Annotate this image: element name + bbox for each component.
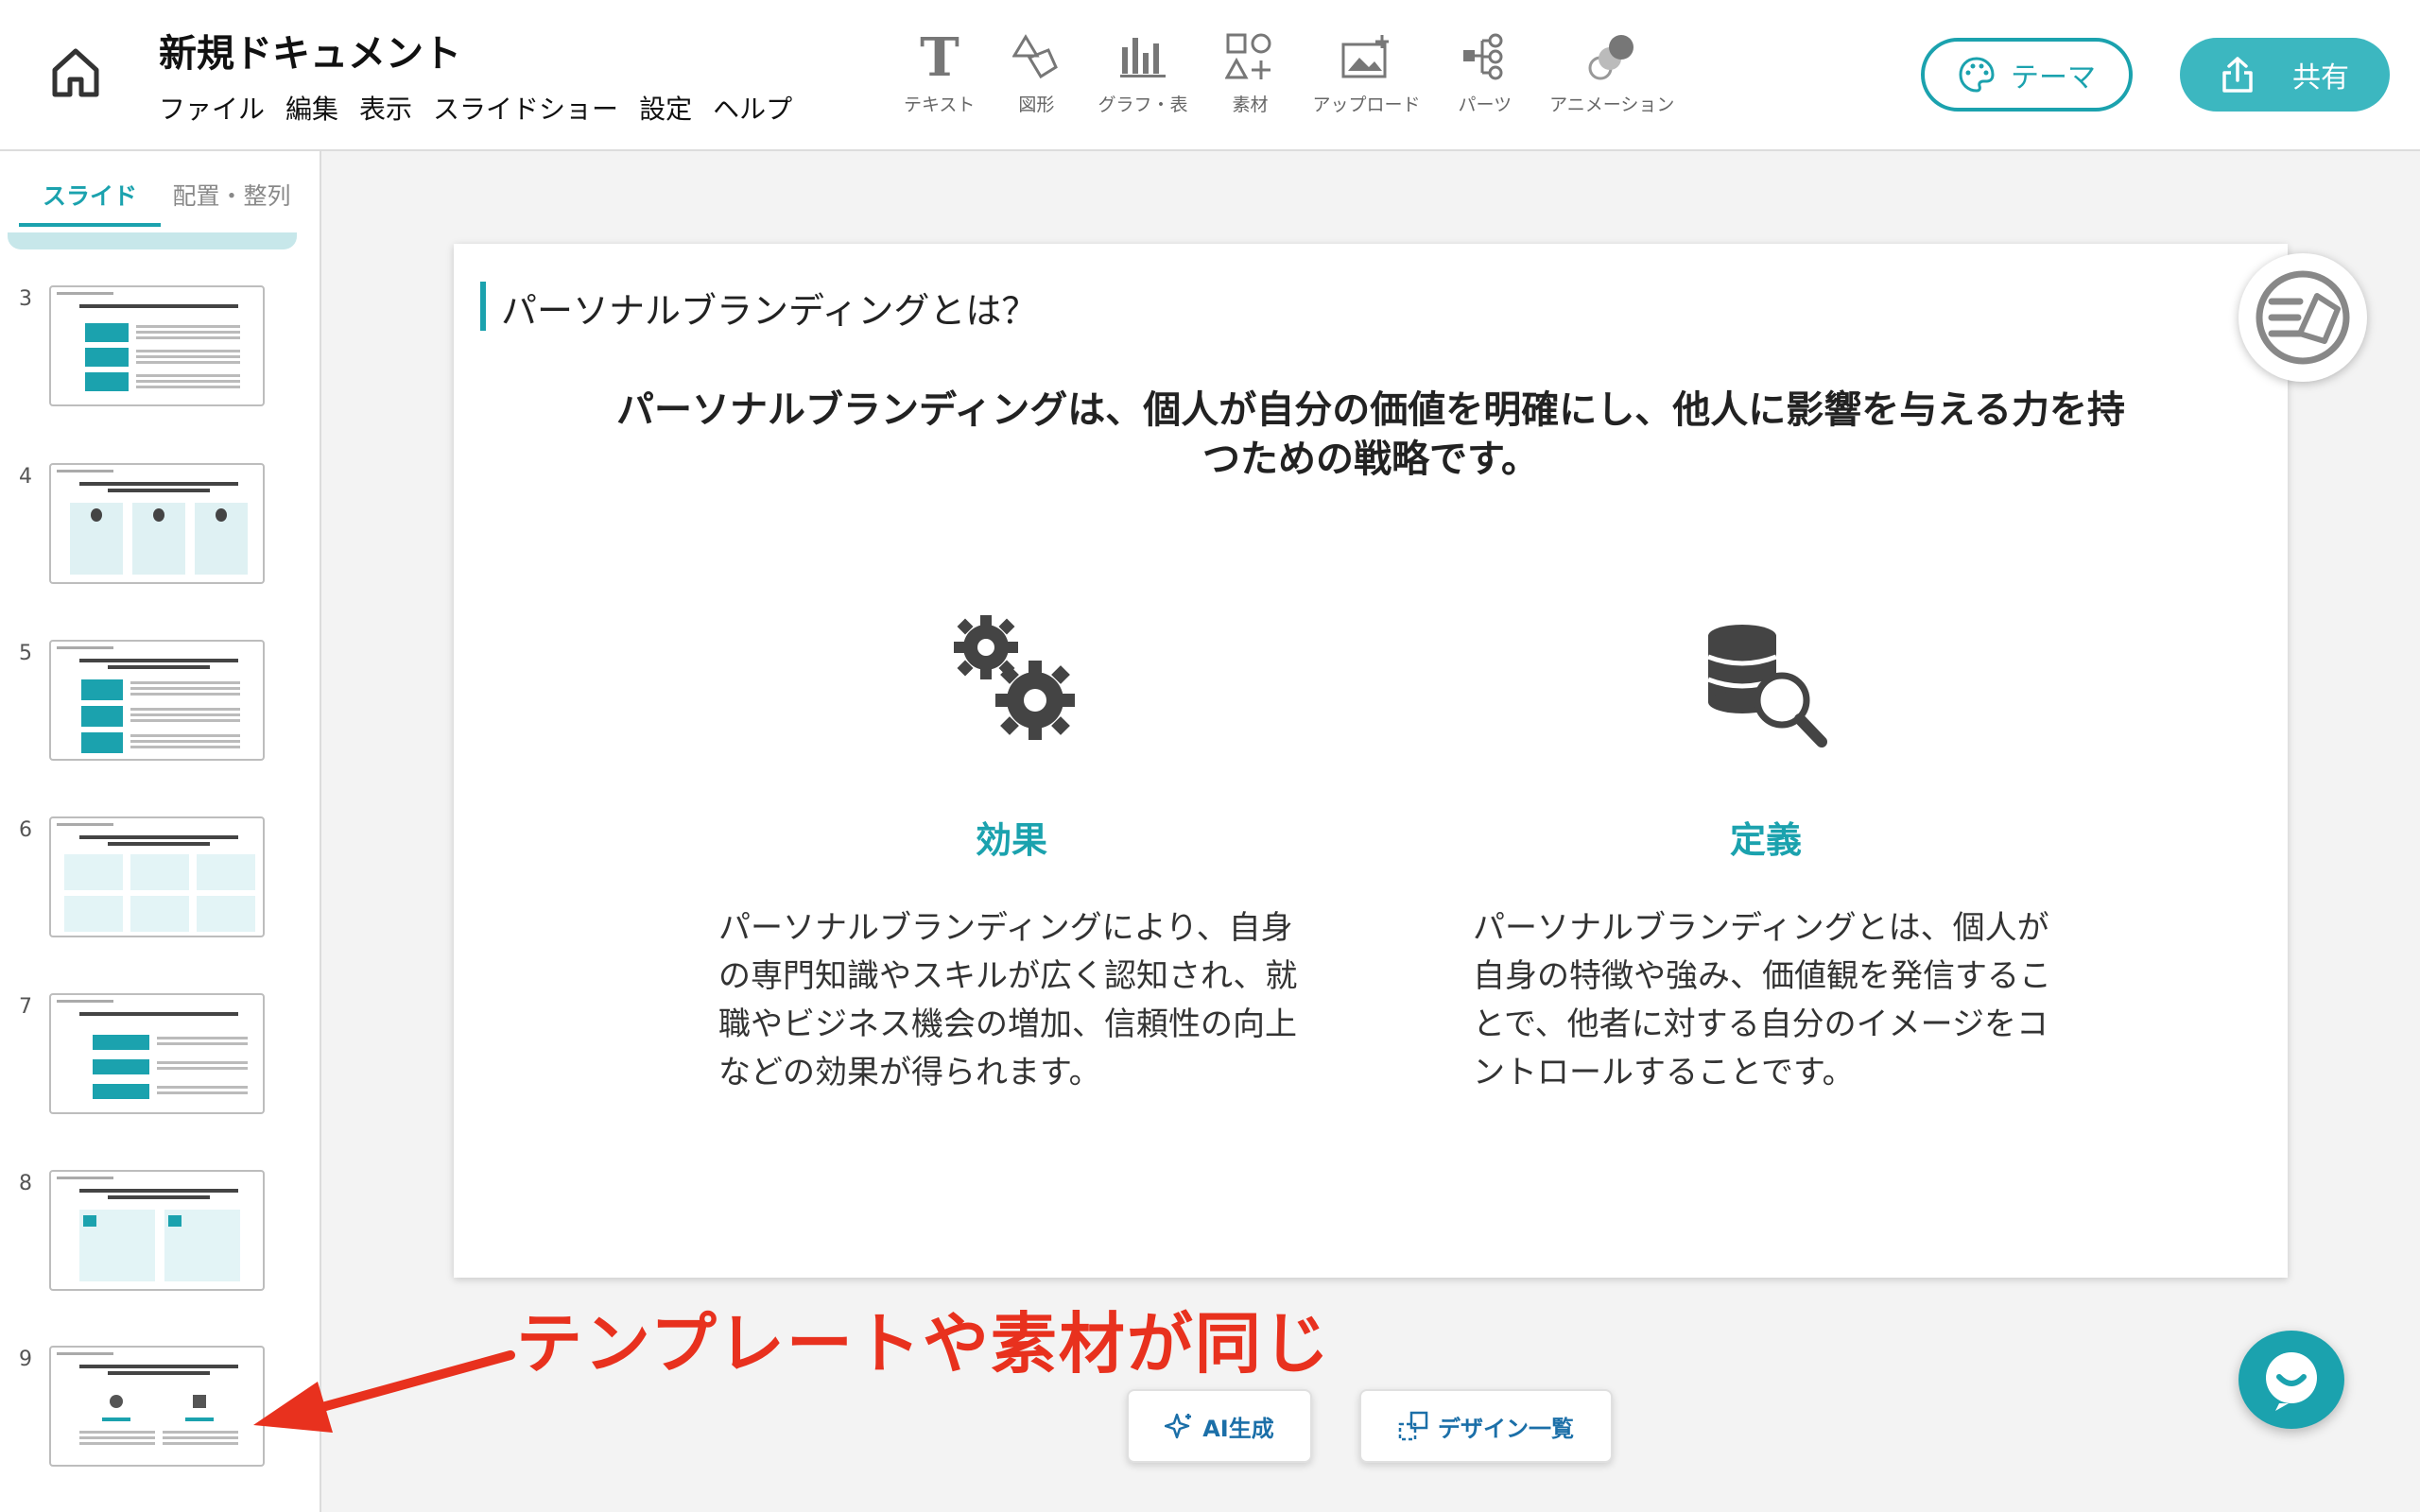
slide-number: 4: [19, 465, 32, 489]
tool-text[interactable]: T テキスト: [904, 28, 975, 116]
insert-tools: T テキスト 図形 グラフ・表 素材 アップロード パーツ アニメーション: [904, 28, 1712, 116]
gears-icon: [718, 603, 1305, 754]
upload-image-icon: [1340, 28, 1392, 85]
slide-title[interactable]: パーソナルブランディングとは？: [501, 282, 1037, 334]
sidebar-tabs: スライド 配置・整列: [19, 168, 302, 227]
share-label: 共有: [2292, 61, 2349, 94]
ai-generate-button[interactable]: AI生成: [1127, 1389, 1312, 1463]
design-list-button[interactable]: デザイン一覧: [1359, 1389, 1613, 1463]
svg-text:T: T: [920, 32, 959, 81]
tool-upload[interactable]: アップロード: [1312, 28, 1420, 116]
menu-bar: ファイル 編集 表示 スライドショー 設定 ヘルプ: [159, 89, 813, 127]
annotation-text: テンプレートや素材が同じ: [516, 1305, 1331, 1383]
eraser-icon: [2256, 270, 2350, 365]
menu-settings[interactable]: 設定: [639, 89, 692, 127]
slide-thumbnail[interactable]: [49, 463, 265, 584]
tool-shapes[interactable]: 図形: [1012, 28, 1060, 116]
chat-support-button[interactable]: [2238, 1331, 2344, 1429]
tab-slides[interactable]: スライド: [19, 168, 161, 227]
palette-icon: [1959, 57, 1995, 93]
chat-icon: [2266, 1352, 2317, 1411]
slide-lead-text[interactable]: パーソナルブランディングは、個人が自分の価値を明確にし、他人に影響を与える力を持…: [614, 386, 2127, 484]
parts-icon: [1461, 28, 1509, 85]
slide-sidebar: スライド 配置・整列 3 4 5 6 7 8 9: [0, 151, 321, 1512]
title-accent-bar: [480, 282, 486, 331]
column-body: パーソナルブランディングにより、自身の専門知識やスキルが広く認知され、就職やビジ…: [718, 909, 1298, 1091]
column-heading: 効果: [975, 819, 1047, 861]
text-icon: T: [917, 28, 962, 85]
layout-grid-icon: [1398, 1411, 1428, 1441]
slide-thumbnail-row[interactable]: 3: [0, 285, 321, 408]
theme-button[interactable]: テーマ: [1921, 38, 2133, 112]
slide-number: 7: [19, 995, 32, 1019]
slide-thumbnail-row[interactable]: 8: [0, 1170, 321, 1293]
slide-thumbnail[interactable]: [49, 816, 265, 937]
tab-arrange[interactable]: 配置・整列: [161, 168, 302, 227]
slide-thumbnail-row[interactable]: 7: [0, 993, 321, 1116]
share-button[interactable]: 共有: [2180, 38, 2390, 112]
slide-thumbnail[interactable]: [49, 993, 265, 1114]
eraser-tool-button[interactable]: [2238, 253, 2367, 382]
menu-slideshow[interactable]: スライドショー: [433, 89, 618, 127]
menu-edit[interactable]: 編集: [285, 89, 338, 127]
home-icon: [52, 48, 99, 97]
shapes-icon: [1012, 28, 1060, 85]
column-heading: 定義: [1729, 819, 1802, 861]
slide-thumbnail[interactable]: [49, 285, 265, 406]
slide-number: 6: [19, 818, 32, 842]
share-icon: [2222, 57, 2253, 93]
tool-animation[interactable]: アニメーション: [1549, 28, 1674, 116]
database-search-icon: [1473, 603, 2059, 754]
assets-icon: [1225, 28, 1274, 85]
slide-thumbnail[interactable]: [49, 1170, 265, 1291]
slide-number: 3: [19, 287, 32, 311]
slide-number: 5: [19, 642, 32, 665]
tool-chart[interactable]: グラフ・表: [1098, 28, 1187, 116]
slide-column-effect[interactable]: 効果 パーソナルブランディングにより、自身の専門知識やスキルが広く認知され、就職…: [718, 603, 1305, 1097]
slide-number: 8: [19, 1172, 32, 1195]
menu-view[interactable]: 表示: [359, 89, 412, 127]
sidebar-scroll-indicator: [8, 232, 297, 249]
animation-icon: [1585, 28, 1638, 85]
slide-thumbnail[interactable]: [49, 640, 265, 761]
tool-parts[interactable]: パーツ: [1458, 28, 1512, 116]
home-button[interactable]: [42, 38, 110, 106]
menu-help[interactable]: ヘルプ: [713, 89, 792, 127]
slide-thumbnail-row[interactable]: 5: [0, 640, 321, 763]
annotation-arrow: [253, 1350, 515, 1433]
slide-thumbnail-row[interactable]: 4: [0, 463, 321, 586]
top-toolbar: 新規ドキュメント ファイル 編集 表示 スライドショー 設定 ヘルプ T テキス…: [0, 0, 2420, 151]
slide-canvas[interactable]: パーソナルブランディングとは？ パーソナルブランディングは、個人が自分の価値を明…: [454, 244, 2288, 1278]
document-title[interactable]: 新規ドキュメント: [159, 23, 461, 77]
slide-thumbnail-row[interactable]: 6: [0, 816, 321, 939]
chart-icon: [1118, 28, 1167, 85]
slide-number: 9: [19, 1348, 32, 1371]
column-body: パーソナルブランディングとは、個人が自身の特徴や強み、価値観を発信することで、他…: [1473, 909, 2051, 1091]
slide-column-definition[interactable]: 定義 パーソナルブランディングとは、個人が自身の特徴や強み、価値観を発信すること…: [1473, 603, 2059, 1097]
sparkle-icon: [1165, 1413, 1192, 1439]
theme-label: テーマ: [2011, 61, 2096, 94]
tool-assets[interactable]: 素材: [1225, 28, 1274, 116]
slide-thumbnail[interactable]: [49, 1346, 265, 1467]
menu-file[interactable]: ファイル: [159, 89, 265, 127]
